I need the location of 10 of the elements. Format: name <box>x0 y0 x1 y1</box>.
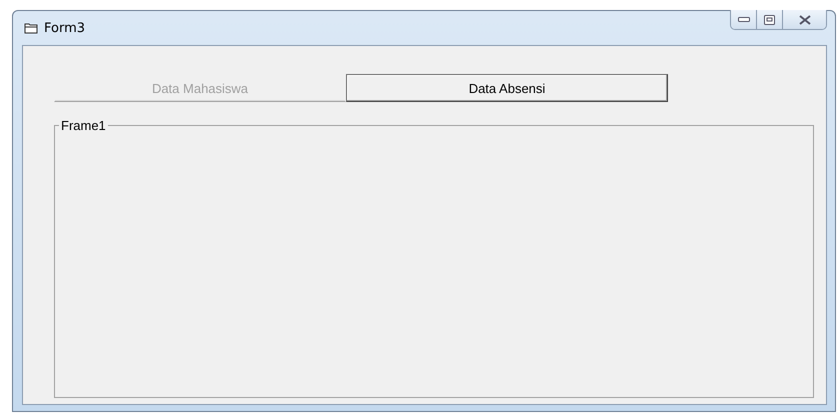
frame-caption: Frame1 <box>60 118 107 133</box>
maximize-button[interactable] <box>757 10 783 29</box>
close-icon <box>798 14 810 24</box>
maximize-icon <box>764 14 775 24</box>
minimize-icon <box>738 17 750 22</box>
form-icon <box>24 22 38 34</box>
tab-button[interactable]: Data Absensi <box>346 74 668 102</box>
window-title: Form3 <box>44 20 86 36</box>
close-button[interactable] <box>783 10 826 29</box>
minimize-button[interactable] <box>731 10 757 29</box>
